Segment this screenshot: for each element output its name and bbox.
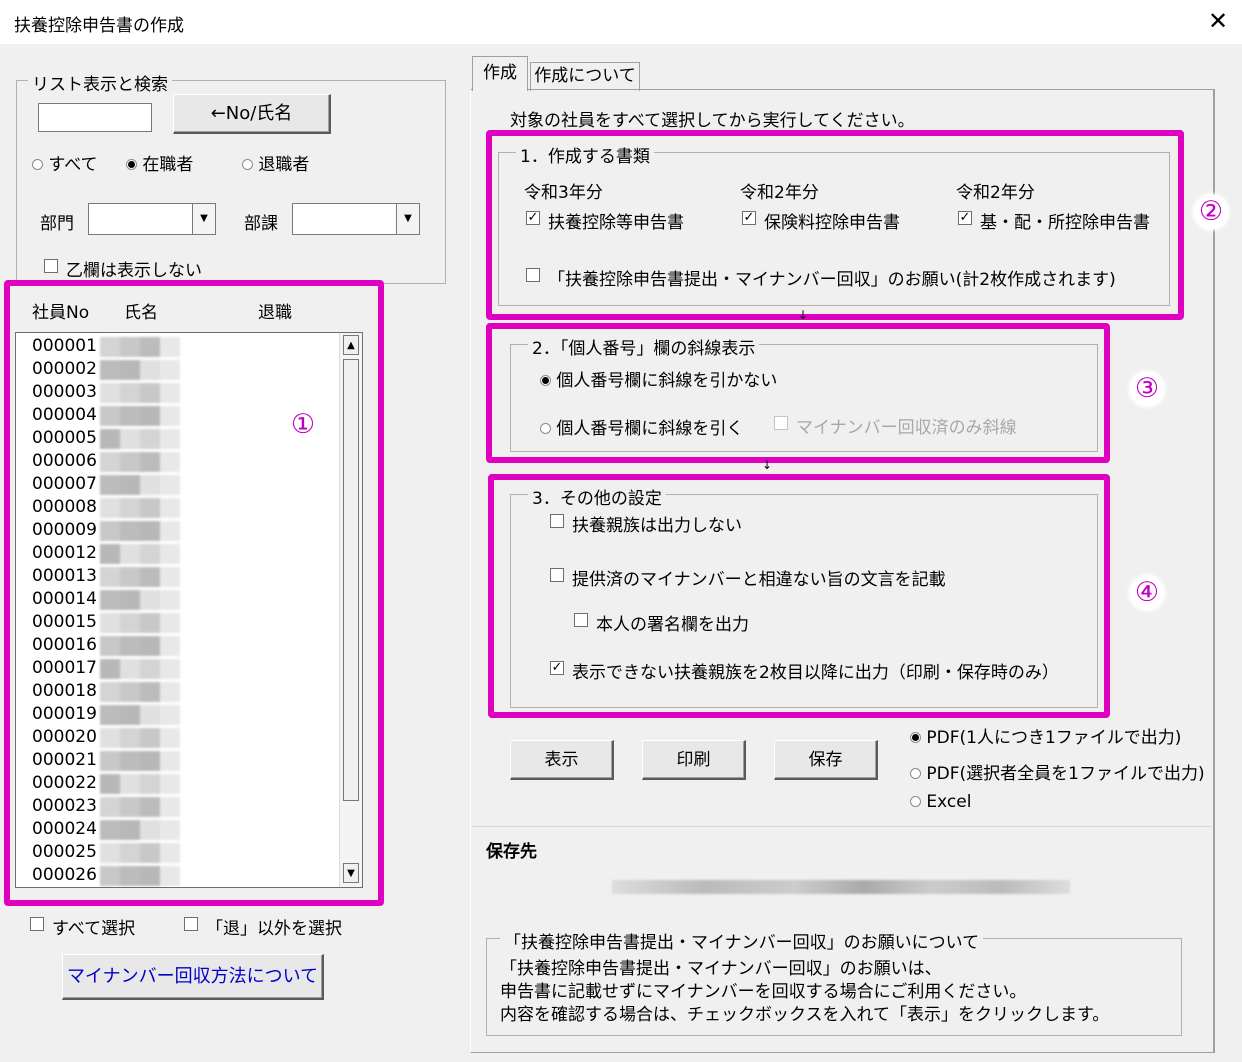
chevron-down-icon[interactable]: ▼ <box>192 204 215 234</box>
filter-active-radio[interactable] <box>126 159 137 170</box>
close-icon[interactable]: ✕ <box>1204 6 1232 36</box>
title-bar <box>0 0 1242 44</box>
filter-all-label: すべて <box>48 155 98 175</box>
output-excel-label: Excel <box>926 792 972 812</box>
select-non-retired-label: 「退」以外を選択 <box>206 919 342 939</box>
output-pdf-all-radio[interactable] <box>910 768 921 779</box>
hide-otsu-checkbox[interactable] <box>44 259 58 273</box>
display-button[interactable]: 表示 <box>510 740 614 780</box>
dept-combo[interactable]: ▼ <box>88 203 216 235</box>
save-dest-path <box>612 880 1070 894</box>
output-pdf-each-radio[interactable] <box>910 732 921 743</box>
tab-create[interactable]: 作成 <box>472 56 528 91</box>
search-input[interactable] <box>38 103 152 132</box>
section-combo[interactable]: ▼ <box>292 203 420 235</box>
note-line-1: 「扶養控除申告書提出・マイナンバー回収」のお願いは、 <box>500 959 942 979</box>
note-title: 「扶養控除申告書提出・マイナンバー回収」のお願いについて <box>500 928 984 953</box>
filter-active[interactable]: 在職者 <box>126 150 193 175</box>
save-dest-label: 保存先 <box>486 842 537 862</box>
dept-label: 部門 <box>40 214 74 234</box>
annotation-box-3 <box>486 323 1110 463</box>
filter-retired[interactable]: 退職者 <box>242 150 309 175</box>
window-title: 扶養控除申告書の作成 <box>14 16 184 36</box>
output-pdf-each-label: PDF(1人につき1ファイルで出力) <box>926 728 1182 748</box>
print-button[interactable]: 印刷 <box>642 740 746 780</box>
note-line-2: 申告書に記載せずにマイナンバーを回収する場合にご利用ください。 <box>500 982 1027 1002</box>
select-all-label: すべて選択 <box>52 919 136 939</box>
filter-retired-label: 退職者 <box>258 155 310 175</box>
output-excel[interactable]: Excel <box>910 792 971 812</box>
arrow-down-icon: ↓ <box>762 458 773 472</box>
note-line-3: 内容を確認する場合は、チェックボックスを入れて「表示」をクリックします。 <box>500 1005 1110 1025</box>
section-label: 部課 <box>244 214 278 234</box>
annotation-box-4 <box>488 474 1110 718</box>
output-pdf-all-label: PDF(選択者全員を1ファイルで出力) <box>926 764 1205 784</box>
arrow-down-icon: ↓ <box>798 308 809 322</box>
search-button[interactable]: ←No/氏名 <box>173 94 331 134</box>
annotation-box-1 <box>4 280 384 906</box>
filter-retired-radio[interactable] <box>242 159 253 170</box>
chevron-down-icon[interactable]: ▼ <box>396 204 419 234</box>
output-pdf-each[interactable]: PDF(1人につき1ファイルで出力) <box>910 723 1181 748</box>
filter-all[interactable]: すべて <box>32 150 98 175</box>
select-all-checkbox[interactable] <box>30 917 44 931</box>
filter-active-label: 在職者 <box>142 155 194 175</box>
search-group-label: リスト表示と検索 <box>28 70 172 95</box>
annotation-box-2 <box>486 130 1184 320</box>
output-pdf-all[interactable]: PDF(選択者全員を1ファイルで出力) <box>910 759 1205 784</box>
save-button[interactable]: 保存 <box>774 740 878 780</box>
output-excel-radio[interactable] <box>910 796 921 807</box>
hide-otsu-label: 乙欄は表示しない <box>66 261 202 281</box>
annotation-number-2: ② <box>1194 195 1228 229</box>
annotation-number-4: ④ <box>1130 576 1164 610</box>
select-non-retired-checkbox[interactable] <box>184 917 198 931</box>
tab-about[interactable]: 作成について <box>530 62 640 91</box>
instruction-text: 対象の社員をすべて選択してから実行してください。 <box>510 111 915 131</box>
filter-all-radio[interactable] <box>32 159 43 170</box>
annotation-number-3: ③ <box>1130 372 1164 406</box>
mynumber-method-button[interactable]: マイナンバー回収方法について <box>62 954 324 1000</box>
annotation-number-1: ① <box>286 408 320 442</box>
